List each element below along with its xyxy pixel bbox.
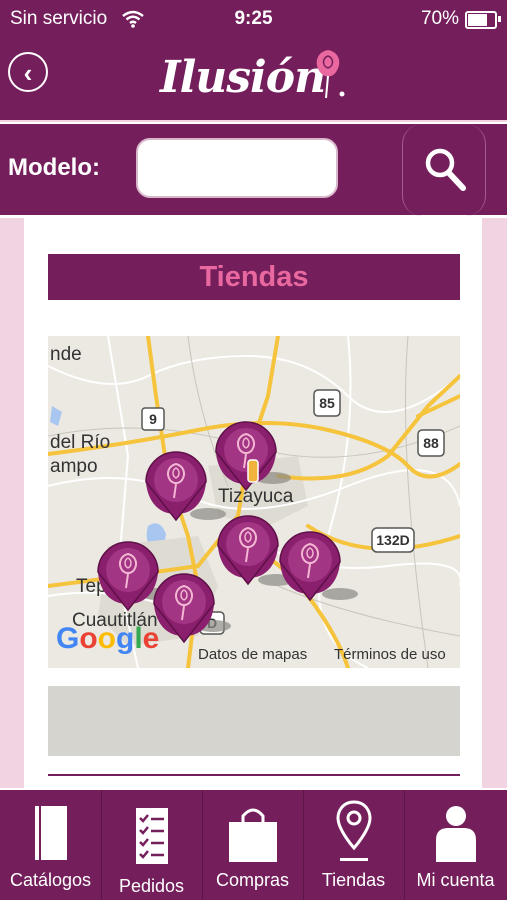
search-button[interactable] xyxy=(402,124,486,216)
rose-icon xyxy=(316,50,345,99)
tab-pedidos[interactable]: Pedidos xyxy=(101,790,203,900)
stores-map[interactable]: 9 85 88 132D D nde del Río ampo Tizayuca… xyxy=(48,336,460,668)
model-label: Modelo: xyxy=(8,154,100,181)
shopping-bag-icon xyxy=(228,808,277,862)
tab-label: Catálogos xyxy=(9,870,92,890)
tab-label: Tiendas xyxy=(321,870,386,890)
app-header: ‹ Ilusión xyxy=(0,40,507,120)
store-info-panel xyxy=(48,686,460,756)
status-bar: Sin servicio 9:25 70% xyxy=(0,0,507,40)
map-pin-icon xyxy=(335,800,372,861)
store-marker xyxy=(217,515,279,585)
section-title: Tiendas xyxy=(48,254,460,300)
store-marker xyxy=(153,573,215,643)
tab-catalogos[interactable]: Catálogos xyxy=(0,790,102,900)
model-search-input[interactable] xyxy=(136,138,338,198)
tab-tiendas[interactable]: Tiendas xyxy=(303,790,405,900)
google-logo: Google xyxy=(56,622,160,655)
chevron-left-icon: ‹ xyxy=(23,58,33,88)
user-icon xyxy=(435,806,476,862)
tab-label: Pedidos xyxy=(118,876,185,896)
map-data-link[interactable]: Datos de mapas xyxy=(198,646,307,663)
store-markers xyxy=(97,421,341,643)
tab-mi-cuenta[interactable]: Mi cuenta xyxy=(404,790,507,900)
search-bar: Modelo: xyxy=(0,122,507,218)
map-terms-link[interactable]: Términos de uso xyxy=(334,646,446,663)
tab-label: Compras xyxy=(215,870,290,890)
store-marker xyxy=(279,531,341,601)
tab-bar: Catálogos Pedidos Compras Tiendas Mi cue… xyxy=(0,788,507,900)
store-marker xyxy=(145,451,207,521)
section-divider xyxy=(48,774,460,776)
logo-text: Ilusión xyxy=(160,52,326,103)
checklist-icon xyxy=(135,808,168,864)
store-marker xyxy=(215,421,277,491)
content-card: Tiendas 9 85 88 132D nde del Río ampo Ti… xyxy=(24,218,482,788)
battery-percent: 70% xyxy=(420,8,459,29)
store-marker xyxy=(97,541,159,611)
tab-label: Mi cuenta xyxy=(416,870,495,890)
brand-logo: Ilusión xyxy=(160,46,350,106)
search-icon xyxy=(425,148,466,191)
tab-compras[interactable]: Compras xyxy=(202,790,304,900)
battery-icon xyxy=(465,11,501,29)
book-icon xyxy=(34,806,67,860)
back-button[interactable]: ‹ xyxy=(8,52,48,92)
